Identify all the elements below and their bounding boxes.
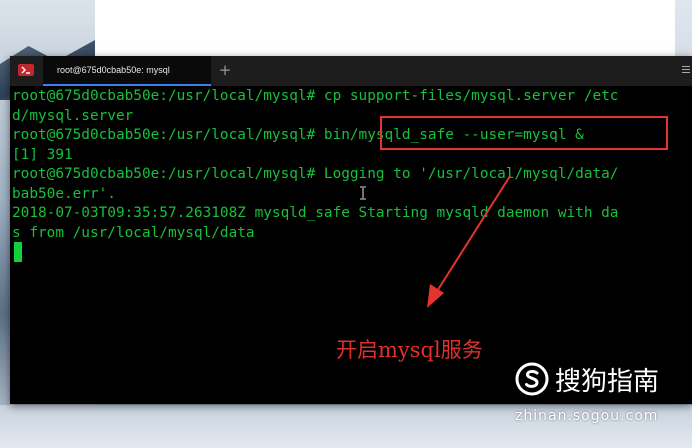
watermark-url: zhinan.sogou.com xyxy=(515,408,659,424)
sogou-logo xyxy=(515,362,549,396)
watermark-title: 搜狗指南 xyxy=(555,367,660,397)
annotation-label: 开启mysql服务 xyxy=(336,338,483,362)
